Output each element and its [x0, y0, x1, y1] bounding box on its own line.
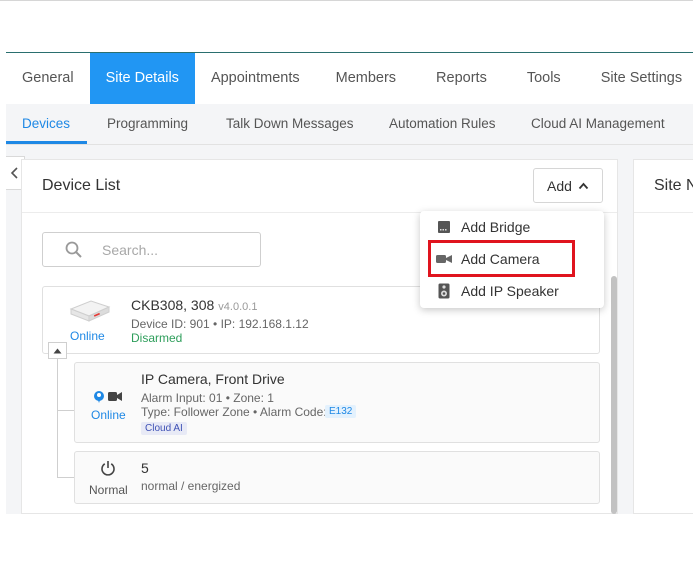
sub-tabs: Devices Programming Talk Down Messages A…	[6, 104, 693, 145]
zone-status: Normal	[89, 483, 128, 497]
caret-up-icon	[53, 348, 62, 353]
menu-item-add-ip-speaker[interactable]: Add IP Speaker	[420, 275, 604, 307]
device-list-scrollbar[interactable]	[610, 266, 618, 514]
site-panel-header: Site N	[634, 160, 693, 213]
tab-reports[interactable]: Reports	[416, 53, 507, 104]
camera-icon	[436, 251, 452, 267]
tab-general[interactable]: General	[6, 53, 90, 104]
site-panel: Site N	[633, 159, 693, 514]
add-device-button[interactable]: Add	[533, 168, 603, 203]
zone-card[interactable]: Normal 5 normal / energized	[74, 451, 600, 504]
chevron-up-icon	[578, 182, 589, 189]
subtab-devices[interactable]: Devices	[22, 104, 70, 144]
subtab-automation-rules[interactable]: Automation Rules	[389, 104, 496, 144]
device-version: v4.0.0.1	[218, 301, 258, 313]
device-details: Device ID: 901 • IP: 192.168.1.12	[131, 317, 309, 331]
device-list-title: Device List	[42, 177, 121, 194]
zone-state: normal / energized	[141, 479, 241, 493]
alarm-code-badge: E132	[325, 405, 357, 418]
subtab-talk-down-messages[interactable]: Talk Down Messages	[226, 104, 354, 144]
subtab-programming[interactable]: Programming	[107, 104, 188, 144]
device-name: CKB308, 308 v4.0.0.1	[131, 297, 257, 313]
menu-item-label: Add Camera	[461, 251, 540, 267]
tab-tools[interactable]: Tools	[507, 53, 581, 104]
search-icon	[65, 241, 82, 258]
add-button-label: Add	[547, 177, 572, 194]
camera-zone-type: Type: Follower Zone • Alarm Code:	[141, 405, 327, 419]
camera-name: IP Camera, Front Drive	[141, 371, 285, 387]
subtab-cloud-ai-management[interactable]: Cloud AI Management	[531, 104, 665, 144]
tree-connector-vertical	[57, 359, 58, 477]
site-panel-title: Site N	[654, 177, 693, 194]
tab-site-settings[interactable]: Site Settings	[581, 53, 682, 104]
scrollbar-thumb[interactable]	[611, 276, 617, 514]
device-arm-state: Disarmed	[131, 331, 183, 345]
menu-item-add-camera[interactable]: Add Camera	[420, 243, 604, 275]
menu-item-label: Add IP Speaker	[461, 283, 559, 299]
zone-name: 5	[141, 460, 149, 476]
device-name-text: CKB308, 308	[131, 297, 215, 313]
add-device-menu: Add Bridge Add Camera Add IP Speaker	[420, 211, 604, 308]
speaker-icon	[436, 283, 452, 299]
tab-appointments[interactable]: Appointments	[195, 53, 316, 104]
camera-card[interactable]: Online IP Camera, Front Drive Alarm Inpu…	[74, 362, 600, 443]
collapse-children-button[interactable]	[48, 342, 67, 359]
top-divider	[0, 0, 693, 1]
camera-alarm-input: Alarm Input: 01 • Zone: 1	[141, 391, 274, 405]
menu-item-label: Add Bridge	[461, 219, 531, 235]
tab-site-details[interactable]: Site Details	[89, 53, 195, 104]
tab-members[interactable]: Members	[316, 53, 416, 104]
tree-connector-camera	[57, 410, 74, 411]
bridge-device-icon	[69, 300, 111, 322]
ai-camera-status-icon	[94, 391, 122, 403]
device-search	[42, 232, 261, 267]
active-subtab-indicator	[6, 141, 87, 144]
cloud-ai-badge: Cloud AI	[141, 422, 187, 435]
bridge-icon	[436, 219, 452, 235]
menu-item-add-bridge[interactable]: Add Bridge	[420, 211, 604, 243]
camera-status: Online	[91, 408, 126, 422]
device-status: Online	[70, 329, 105, 343]
tree-connector-zone	[57, 477, 74, 478]
chevron-left-icon	[10, 167, 18, 179]
main-tabs: General Site Details Appointments Member…	[6, 53, 693, 104]
power-icon	[101, 461, 115, 476]
device-list-header: Device List Add	[22, 160, 617, 213]
search-input[interactable]	[100, 240, 254, 259]
